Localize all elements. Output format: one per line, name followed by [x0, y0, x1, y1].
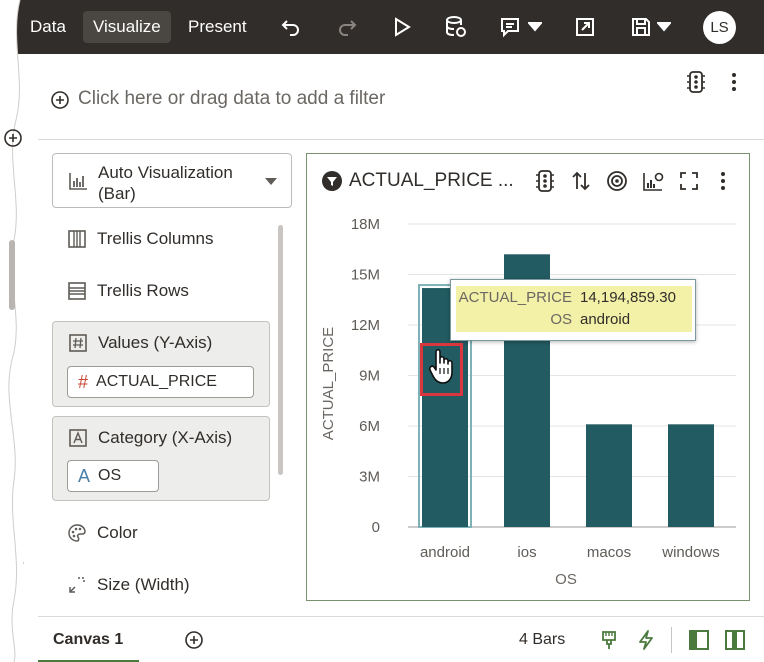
filter-bar[interactable]: Click here or drag data to add a filter: [38, 54, 764, 140]
category-x-axis-zone[interactable]: Category (X-Axis) A OS: [52, 416, 270, 501]
trellis-rows-icon: [66, 280, 88, 302]
torn-edge-decoration: [0, 0, 24, 662]
more-options-icon[interactable]: [722, 70, 748, 96]
tab-present[interactable]: Present: [178, 11, 257, 43]
attribute-a-pill-icon: A: [78, 465, 91, 486]
traffic-light-icon[interactable]: [533, 169, 557, 193]
save-icon[interactable]: [627, 13, 655, 41]
save-dropdown-chevron-icon[interactable]: [653, 13, 675, 41]
hash-icon: [67, 332, 89, 354]
sort-icon[interactable]: [569, 169, 593, 193]
actual-price-pill-label: ACTUAL_PRICE: [96, 373, 217, 390]
y-tick-label: 18M: [351, 216, 380, 233]
attribute-a-icon: [67, 427, 89, 449]
x-tick-label: macos: [587, 544, 631, 561]
export-icon[interactable]: [571, 13, 599, 41]
category-x-axis-header: Category (X-Axis): [67, 427, 232, 449]
measure-hash-icon: #: [78, 371, 89, 392]
bottom-bar: Canvas 1 4 Bars: [38, 616, 764, 662]
canvas-tab[interactable]: Canvas 1: [38, 617, 139, 662]
tab-visualize[interactable]: Visualize: [83, 11, 171, 43]
y-tick-label: 9M: [359, 368, 380, 385]
bar-macos[interactable]: [586, 424, 632, 527]
values-y-axis-header: Values (Y-Axis): [67, 332, 212, 354]
tooltip-value-category: android: [580, 311, 631, 328]
bars-count: 4 Bars: [519, 631, 566, 648]
hand-cursor-icon: [429, 348, 453, 384]
x-tick-label: android: [420, 544, 470, 561]
trellis-columns-label: Trellis Columns: [97, 229, 214, 248]
os-pill-label: OS: [98, 467, 122, 484]
os-pill[interactable]: A OS: [67, 460, 159, 492]
tooltip-key-measure: ACTUAL_PRICE: [458, 289, 572, 306]
traffic-light-icon[interactable]: [684, 70, 710, 96]
explain-chart-icon[interactable]: [641, 169, 665, 193]
x-axis-title: OS: [555, 571, 577, 588]
run-icon[interactable]: [388, 13, 416, 41]
color-label: Color: [97, 523, 138, 542]
category-x-axis-label: Category (X-Axis): [98, 428, 233, 447]
trellis-rows-label: Trellis Rows: [97, 281, 189, 300]
grammar-panel-scrollbar[interactable]: [278, 225, 283, 475]
visualization-type-select[interactable]: Auto Visualization (Bar): [52, 153, 292, 208]
add-filter-icon[interactable]: [50, 90, 70, 110]
tooltip-value-measure: 14,194,859.30: [580, 289, 676, 306]
x-tick-label: ios: [517, 544, 536, 561]
values-y-axis-zone[interactable]: Values (Y-Axis) # ACTUAL_PRICE: [52, 321, 270, 407]
y-tick-label: 6M: [359, 418, 380, 435]
chevron-down-icon[interactable]: [265, 178, 277, 185]
maximize-icon[interactable]: [677, 169, 701, 193]
y-tick-label: 15M: [351, 267, 380, 284]
lightning-icon[interactable]: [635, 629, 657, 651]
palette-icon: [66, 522, 88, 544]
target-icon[interactable]: [605, 169, 629, 193]
user-avatar[interactable]: LS: [703, 11, 736, 44]
tooltip-key-category: OS: [550, 311, 572, 328]
right-panel-toggle-icon[interactable]: [724, 629, 746, 651]
visualization-type-label: Auto Visualization (Bar): [98, 163, 233, 203]
trellis-columns-drop[interactable]: Trellis Columns: [66, 226, 214, 252]
y-tick-label: 0: [372, 519, 380, 536]
more-options-icon[interactable]: [711, 169, 735, 193]
add-canvas-icon[interactable]: [184, 630, 204, 650]
trellis-columns-icon: [66, 228, 88, 250]
filter-placeholder[interactable]: Click here or drag data to add a filter: [78, 88, 385, 110]
values-y-axis-label: Values (Y-Axis): [98, 333, 213, 352]
database-refresh-icon[interactable]: [442, 13, 470, 41]
size-width-label: Size (Width): [97, 575, 190, 594]
bar-chart-icon: [67, 170, 89, 192]
tab-data[interactable]: Data: [20, 11, 76, 43]
bar-chart[interactable]: 0 3M 6M 9M 12M 15M 18M android ios macos windows OS…: [306, 200, 746, 598]
chart-title[interactable]: ACTUAL_PRICE ...: [349, 170, 514, 192]
brush-icon[interactable]: [598, 629, 620, 651]
left-panel-toggle-icon[interactable]: [688, 629, 710, 651]
size-width-drop[interactable]: Size (Width): [66, 572, 190, 598]
color-drop[interactable]: Color: [66, 520, 138, 546]
actual-price-pill[interactable]: # ACTUAL_PRICE: [67, 366, 254, 398]
bar-windows[interactable]: [668, 424, 714, 527]
redo-icon[interactable]: [333, 13, 361, 41]
divider: [671, 627, 672, 653]
chart-tooltip: ACTUAL_PRICE 14,194,859.30 OS android: [450, 279, 696, 341]
top-toolbar: Data Visualize Present LS: [0, 0, 764, 54]
y-axis-title: ACTUAL_PRICE: [320, 327, 337, 440]
filter-funnel-icon[interactable]: [321, 170, 343, 192]
y-tick-label: 12M: [351, 317, 380, 334]
x-tick-label: windows: [661, 544, 720, 561]
comment-icon[interactable]: [497, 13, 525, 41]
undo-icon[interactable]: [277, 13, 305, 41]
trellis-rows-drop[interactable]: Trellis Rows: [66, 278, 189, 304]
size-width-icon: [66, 574, 88, 596]
comment-dropdown-chevron-icon[interactable]: [524, 13, 546, 41]
y-tick-label: 3M: [359, 469, 380, 486]
add-icon[interactable]: [3, 128, 23, 148]
